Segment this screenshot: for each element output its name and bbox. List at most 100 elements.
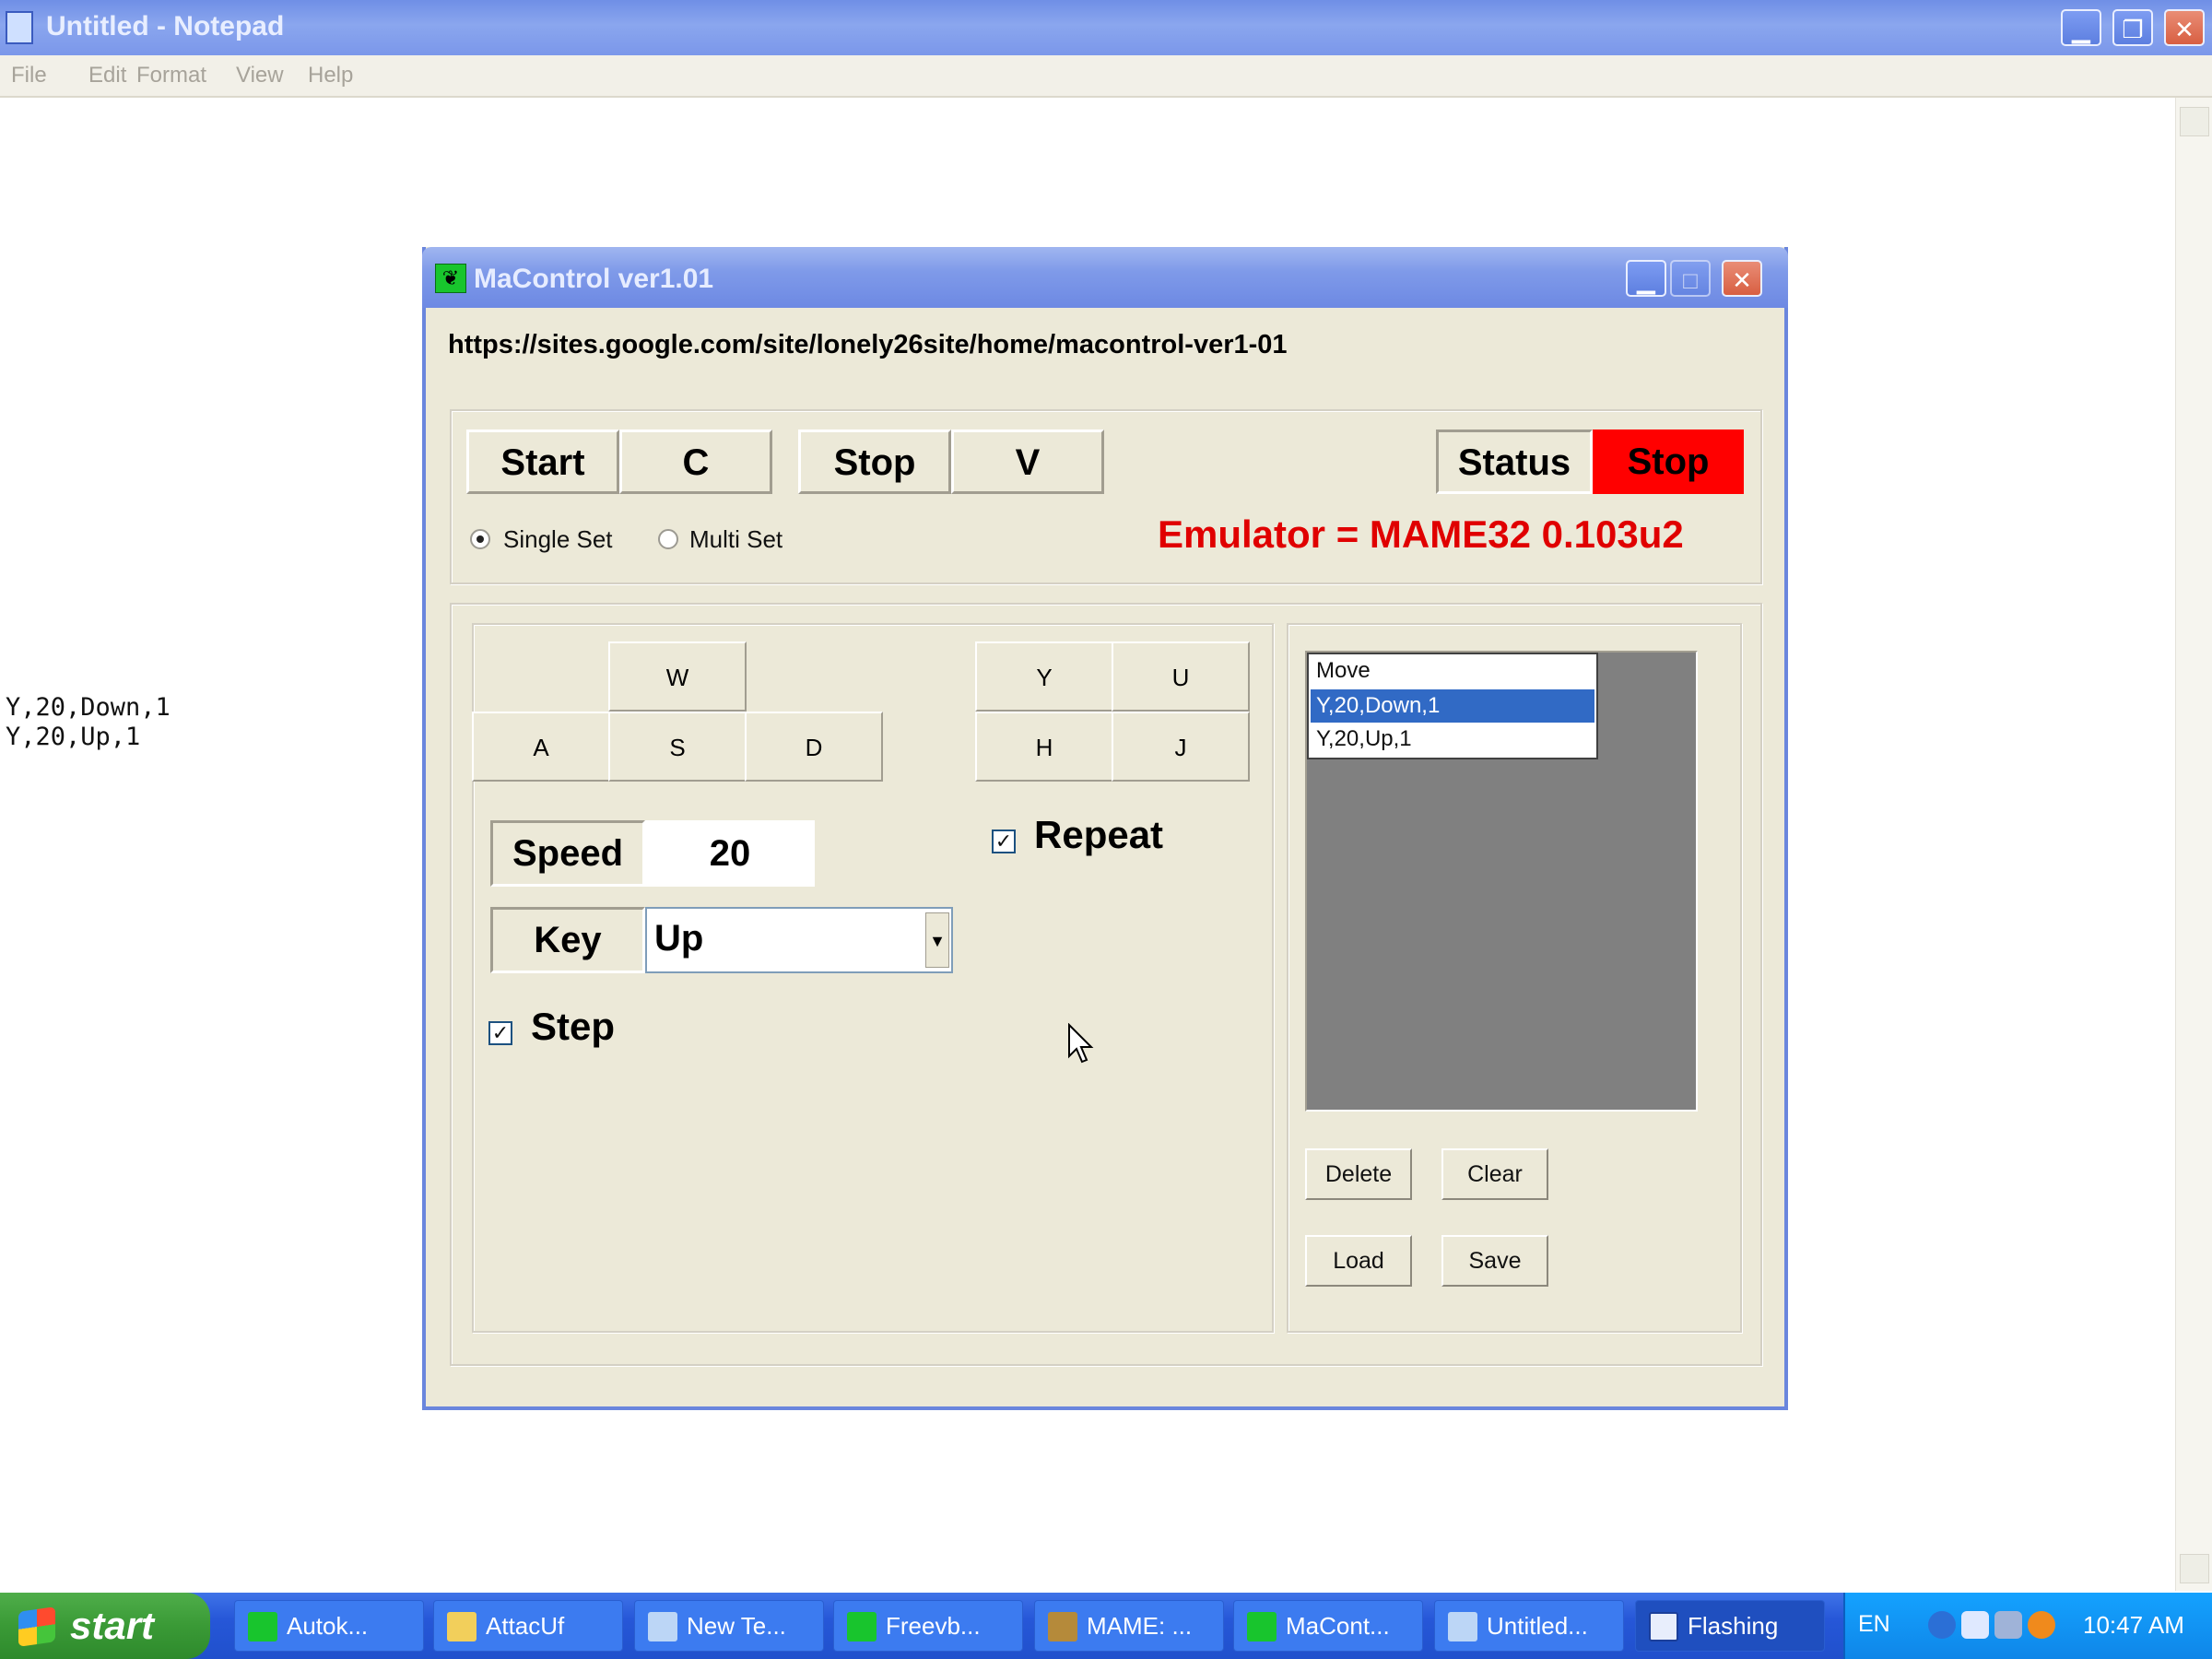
minimize-icon: ▁ xyxy=(2072,16,2090,43)
taskbar-item-label: Freevb... xyxy=(886,1612,981,1640)
key-select[interactable]: Up ▼ xyxy=(645,907,953,973)
list-header: Move xyxy=(1316,658,1371,683)
taskbar-item[interactable]: Freevb... xyxy=(833,1600,1023,1652)
speed-label: Speed xyxy=(490,820,645,887)
scroll-up-icon[interactable] xyxy=(2180,107,2209,136)
mouse-cursor-icon xyxy=(1068,1023,1094,1064)
notepad-menubar: File Edit Format View Help xyxy=(0,55,2212,98)
menu-help[interactable]: Help xyxy=(308,63,353,88)
macro-list-panel[interactable]: Move Y,20,Down,1 Y,20,Up,1 xyxy=(1305,651,1698,1112)
taskbar-item[interactable]: Autok... xyxy=(234,1600,424,1652)
menu-format[interactable]: Format xyxy=(136,63,206,88)
menu-edit[interactable]: Edit xyxy=(88,63,126,88)
emulator-label: Emulator = MAME32 0.103u2 xyxy=(1158,512,1684,556)
chevron-left-icon[interactable] xyxy=(1928,1611,1956,1639)
maximize-icon: □ xyxy=(1683,266,1698,294)
macro-listbox[interactable]: Move Y,20,Down,1 Y,20,Up,1 xyxy=(1307,653,1598,759)
control-group: Start C Stop V Status Stop Single Set Mu… xyxy=(450,409,1762,584)
notepad-icon xyxy=(1448,1612,1477,1641)
green-app-icon xyxy=(847,1612,877,1641)
restore-button[interactable]: ❐ xyxy=(2112,9,2153,46)
taskbar-item-label: New Te... xyxy=(687,1612,786,1640)
notepad-scrollbar[interactable] xyxy=(2175,98,2212,1591)
window-icon xyxy=(1649,1612,1678,1641)
folder-icon xyxy=(447,1612,477,1641)
key-panel: W A S D Y U H J Speed 20 Key Up ▼ ✓ Step… xyxy=(472,623,1274,1333)
system-tray: EN 10:47 AM xyxy=(1843,1593,2212,1659)
taskbar-item[interactable]: New Te... xyxy=(634,1600,824,1652)
key-h-button[interactable]: H xyxy=(975,712,1113,782)
menu-file[interactable]: File xyxy=(11,63,47,88)
start-button[interactable]: start xyxy=(0,1593,210,1659)
taskbar-item[interactable]: MAME: ... xyxy=(1034,1600,1224,1652)
app-tray-icon[interactable] xyxy=(2028,1611,2055,1639)
dialog-maximize-button: □ xyxy=(1670,260,1711,297)
taskbar-item[interactable]: Flashing xyxy=(1635,1600,1825,1652)
multi-set-radio[interactable] xyxy=(658,529,678,549)
save-button[interactable]: Save xyxy=(1441,1235,1548,1287)
key-w-button[interactable]: W xyxy=(608,641,747,712)
windows-logo-icon xyxy=(18,1606,55,1647)
dialog-minimize-button[interactable]: ▁ xyxy=(1626,260,1666,297)
app-icon: ❦ xyxy=(435,264,466,293)
language-indicator[interactable]: EN xyxy=(1858,1611,1890,1638)
status-label: Status xyxy=(1436,429,1593,494)
taskbar-item-label: MaCont... xyxy=(1286,1612,1390,1640)
network-icon[interactable] xyxy=(1961,1611,1989,1639)
list-item[interactable]: Y,20,Up,1 xyxy=(1311,723,1594,756)
key-a-button[interactable]: A xyxy=(472,712,610,782)
repeat-checkbox[interactable]: ✓ xyxy=(992,830,1016,853)
menu-view[interactable]: View xyxy=(236,63,284,88)
chevron-down-icon[interactable]: ▼ xyxy=(925,912,949,968)
status-value: Stop xyxy=(1593,429,1744,494)
single-set-radio[interactable] xyxy=(470,529,490,549)
dialog-titlebar[interactable]: ❦ MaControl ver1.01 ▁ □ ✕ xyxy=(422,247,1788,308)
stop-button[interactable]: Stop xyxy=(798,429,951,494)
step-label[interactable]: Step xyxy=(531,1005,615,1049)
clear-button[interactable]: Clear xyxy=(1441,1148,1548,1200)
key-j-button[interactable]: J xyxy=(1112,712,1250,782)
restore-icon: ❐ xyxy=(2122,16,2144,43)
notepad-icon xyxy=(648,1612,677,1641)
key-u-button[interactable]: U xyxy=(1112,641,1250,712)
key-label: Key xyxy=(490,907,645,973)
start-hotkey-label: C xyxy=(619,429,772,494)
minimize-icon: ▁ xyxy=(1637,266,1655,294)
taskbar: start Autok... AttacUf New Te... Freevb.… xyxy=(0,1593,2212,1659)
start-button[interactable]: Start xyxy=(466,429,619,494)
stop-hotkey-label: V xyxy=(951,429,1104,494)
multi-set-label[interactable]: Multi Set xyxy=(689,525,782,554)
key-d-button[interactable]: D xyxy=(745,712,883,782)
macontrol-dialog: ❦ MaControl ver1.01 ▁ □ ✕ https://sites.… xyxy=(422,247,1788,1410)
minimize-button[interactable]: ▁ xyxy=(2061,9,2101,46)
notepad-content: Y,20,Down,1 Y,20,Up,1 xyxy=(6,693,171,751)
step-checkbox[interactable]: ✓ xyxy=(488,1021,512,1045)
taskbar-item[interactable]: Untitled... xyxy=(1434,1600,1624,1652)
taskbar-item-label: AttacUf xyxy=(486,1612,565,1640)
close-icon: ✕ xyxy=(2174,16,2194,43)
green-app-icon xyxy=(248,1612,277,1641)
scroll-down-icon[interactable] xyxy=(2180,1554,2209,1583)
speed-input[interactable]: 20 xyxy=(645,820,815,887)
delete-button[interactable]: Delete xyxy=(1305,1148,1412,1200)
dialog-close-button[interactable]: ✕ xyxy=(1722,260,1762,297)
key-select-value: Up xyxy=(654,918,704,959)
notepad-titlebar[interactable]: Untitled - Notepad ▁ ❐ ✕ xyxy=(0,0,2212,55)
display-icon[interactable] xyxy=(1994,1611,2022,1639)
green-app-icon xyxy=(1247,1612,1277,1641)
taskbar-item-label: Flashing xyxy=(1688,1612,1779,1640)
close-icon: ✕ xyxy=(1732,266,1752,294)
main-group: W A S D Y U H J Speed 20 Key Up ▼ ✓ Step… xyxy=(450,603,1762,1366)
key-y-button[interactable]: Y xyxy=(975,641,1113,712)
single-set-label[interactable]: Single Set xyxy=(503,525,613,554)
taskbar-item[interactable]: MaCont... xyxy=(1233,1600,1423,1652)
url-label: https://sites.google.com/site/lonely26si… xyxy=(448,330,1288,359)
taskbar-item[interactable]: AttacUf xyxy=(433,1600,623,1652)
key-s-button[interactable]: S xyxy=(608,712,747,782)
repeat-label[interactable]: Repeat xyxy=(1034,813,1163,857)
macro-panel: Move Y,20,Down,1 Y,20,Up,1 Delete Clear … xyxy=(1287,623,1742,1333)
load-button[interactable]: Load xyxy=(1305,1235,1412,1287)
list-item[interactable]: Y,20,Down,1 xyxy=(1311,689,1594,723)
taskbar-item-label: Untitled... xyxy=(1487,1612,1588,1640)
close-button[interactable]: ✕ xyxy=(2164,9,2205,46)
